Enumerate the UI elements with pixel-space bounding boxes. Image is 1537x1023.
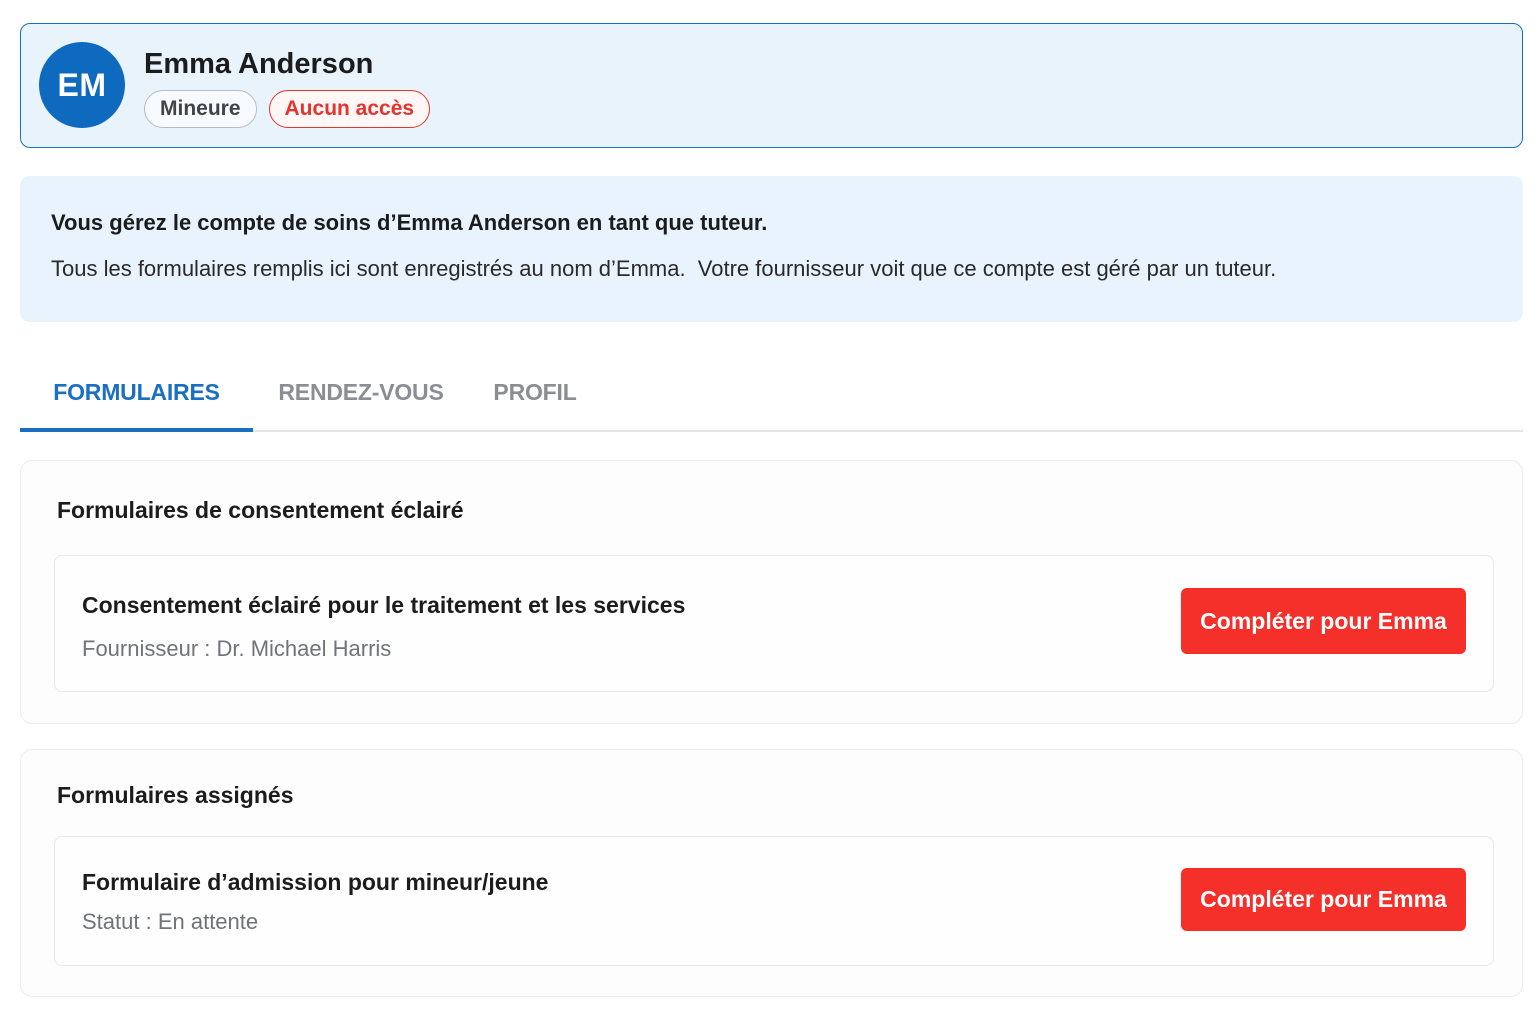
consent-forms-section: Formulaires de consentement éclairé Cons… [20,460,1523,724]
tab-appointments[interactable]: RENDEZ-VOUS [253,355,469,430]
no-access-badge: Aucun accès [268,90,431,128]
patient-name: Emma Anderson [144,48,374,80]
avatar: EM [39,42,125,128]
form-item: Formulaire d’admission pour mineur/jeune… [54,836,1494,966]
form-title: Formulaire d’admission pour mineur/jeune [82,869,549,895]
patient-header-card: EM Emma Anderson Mineure Aucun accès [20,23,1523,148]
assigned-forms-section: Formulaires assignés Formulaire d’admiss… [20,749,1523,997]
notice-title: Vous gérez le compte de soins d’Emma And… [51,210,768,235]
form-provider: Fournisseur : Dr. Michael Harris [82,636,392,661]
section-title: Formulaires de consentement éclairé [57,497,464,523]
tab-bar: FORMULAIRES RENDEZ-VOUS PROFIL [20,355,1523,432]
tab-profile[interactable]: PROFIL [469,355,601,430]
tab-forms[interactable]: FORMULAIRES [20,355,253,432]
complete-for-emma-button[interactable]: Compléter pour Emma [1181,868,1466,931]
form-item: Consentement éclairé pour le traitement … [54,555,1494,692]
form-title: Consentement éclairé pour le traitement … [82,592,686,618]
minor-badge: Mineure [144,90,257,128]
notice-body: Tous les formulaires remplis ici sont en… [51,256,1277,281]
patient-badges: Mineure Aucun accès [144,90,431,128]
complete-for-emma-button[interactable]: Compléter pour Emma [1181,588,1466,654]
section-title: Formulaires assignés [57,782,294,808]
form-status: Statut : En attente [82,909,259,934]
guardian-notice: Vous gérez le compte de soins d’Emma And… [20,176,1523,322]
